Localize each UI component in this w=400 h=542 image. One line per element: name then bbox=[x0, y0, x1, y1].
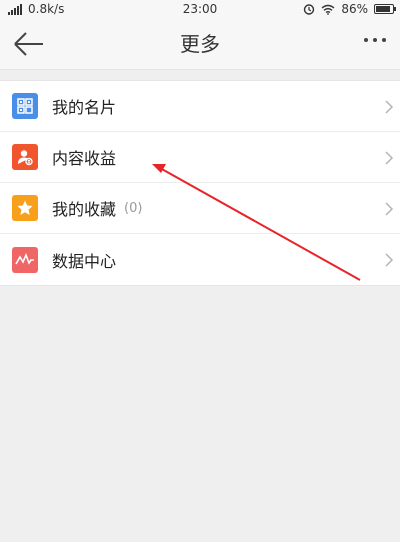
header: 更多 bbox=[0, 18, 400, 70]
star-glyph bbox=[17, 200, 33, 215]
menu-item-business-card[interactable]: 我的名片 bbox=[0, 81, 400, 132]
more-dot bbox=[382, 38, 386, 42]
battery-fill bbox=[376, 6, 390, 12]
earnings-icon bbox=[12, 144, 38, 170]
menu-list: 我的名片 内容收益 我的收藏 (0) 数据中心 bbox=[0, 80, 400, 286]
menu-item-label: 数据中心 bbox=[52, 251, 117, 271]
chevron-right-icon bbox=[385, 253, 394, 267]
earnings-glyph bbox=[18, 150, 33, 166]
more-dots-icon bbox=[364, 38, 368, 42]
star-icon bbox=[12, 195, 38, 221]
business-card-icon bbox=[12, 93, 38, 119]
chevron-right-icon bbox=[385, 151, 394, 165]
business-card-glyph bbox=[17, 98, 33, 114]
screen: 0.8k/s 23:00 86% 更多 我的名片 内容收益 我的收藏 (0) 数… bbox=[0, 0, 400, 542]
chevron-right-icon bbox=[385, 202, 394, 216]
chevron-right-icon bbox=[385, 100, 394, 114]
menu-item-content-earnings[interactable]: 内容收益 bbox=[0, 132, 400, 183]
more-dot bbox=[373, 38, 377, 42]
data-chart-icon bbox=[12, 246, 38, 273]
status-right: 86% bbox=[303, 0, 396, 18]
data-chart-glyph bbox=[15, 252, 34, 265]
more-button[interactable] bbox=[364, 38, 388, 48]
menu-item-label: 我的名片 bbox=[52, 98, 117, 117]
page-title: 更多 bbox=[180, 32, 220, 56]
menu-item-data-center[interactable]: 数据中心 bbox=[0, 234, 400, 285]
favorites-count: (0) bbox=[124, 200, 143, 216]
menu-item-favorites[interactable]: 我的收藏 (0) bbox=[0, 183, 400, 234]
battery-icon bbox=[374, 4, 396, 14]
menu-item-label: 我的收藏 bbox=[52, 200, 117, 219]
status-bar: 0.8k/s 23:00 86% bbox=[0, 0, 400, 18]
menu-item-label: 内容收益 bbox=[52, 149, 117, 168]
battery-percent: 86% bbox=[341, 2, 368, 16]
alarm-icon bbox=[304, 4, 315, 15]
wifi-icon bbox=[321, 4, 335, 15]
